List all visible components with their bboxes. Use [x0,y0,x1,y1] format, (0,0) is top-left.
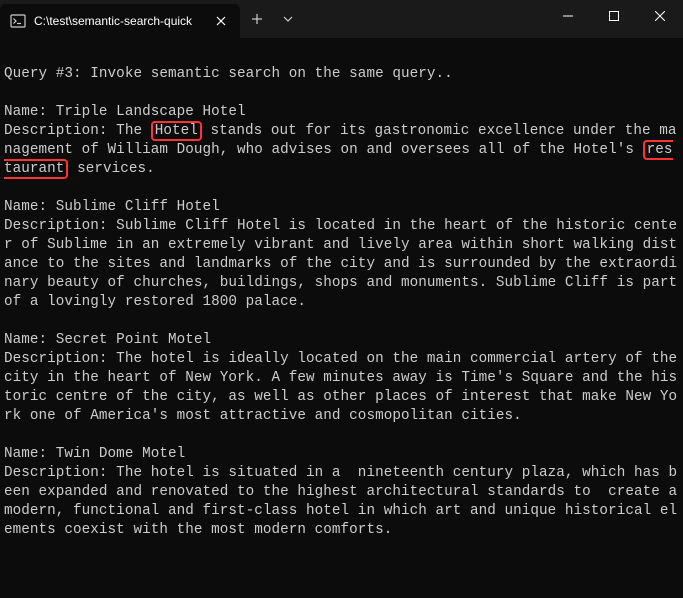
result-desc-suffix: services. [77,161,155,177]
result-name: Name: Sublime Cliff Hotel [4,199,220,215]
window-controls [545,0,683,32]
highlight-hotel: Hotel [151,121,202,141]
result-name: Name: Triple Landscape Hotel [4,104,246,120]
result-name: Name: Secret Point Motel [4,332,211,348]
result-desc-prefix: Description: The [4,123,142,139]
query-header: Query #3: Invoke semantic search on the … [4,66,453,82]
maximize-button[interactable] [591,0,637,32]
dropdown-button[interactable] [274,4,302,34]
new-tab-button[interactable] [240,4,274,34]
result-description: Description: Sublime Cliff Hotel is loca… [4,218,683,310]
result-name: Name: Twin Dome Motel [4,446,185,462]
result-description: Description: The hotel is situated in a … [4,465,683,538]
terminal-icon [10,13,26,29]
window-close-button[interactable] [637,0,683,32]
minimize-button[interactable] [545,0,591,32]
tab-close-button[interactable] [212,12,230,30]
tab-title: C:\test\semantic-search-quick [34,14,204,28]
tab-actions [240,0,302,38]
tab-terminal[interactable]: C:\test\semantic-search-quick [0,4,240,38]
title-bar: C:\test\semantic-search-quick [0,0,683,38]
result-description: Description: The hotel is ideally locate… [4,351,683,424]
terminal-output: Query #3: Invoke semantic search on the … [0,38,683,548]
